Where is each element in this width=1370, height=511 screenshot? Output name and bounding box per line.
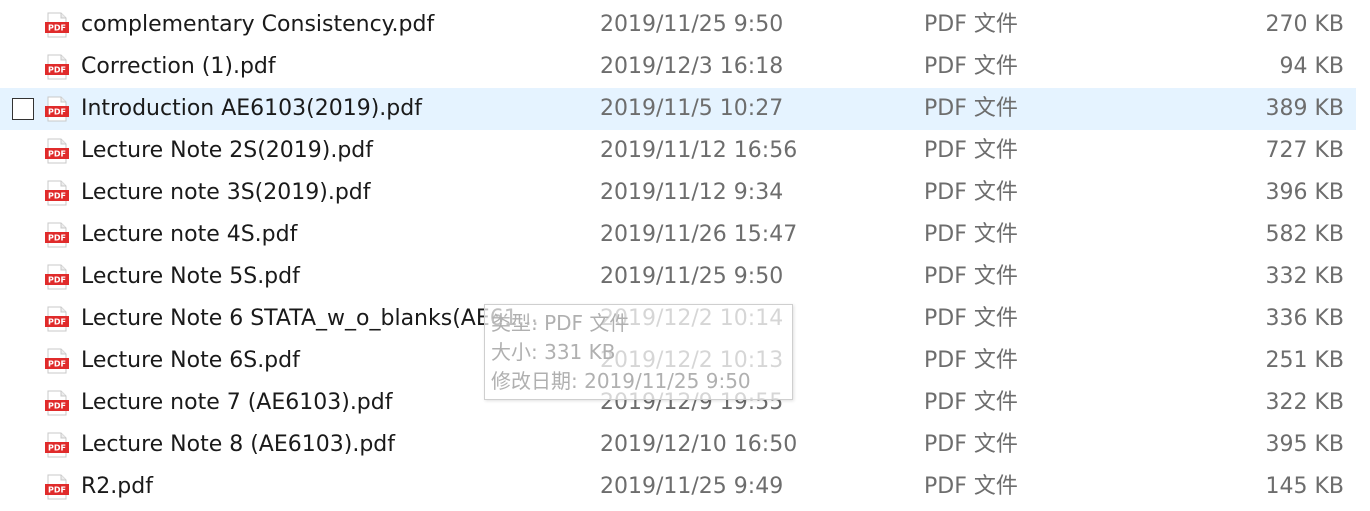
row-select-checkbox[interactable] [12,98,34,120]
file-size: 336 KB [1265,306,1344,331]
file-size: 145 KB [1265,474,1344,499]
pdf-file-icon: PDF [45,264,69,290]
file-row[interactable]: PDF Correction (1).pdf 2019/12/3 16:18 P… [0,46,1356,88]
file-modified-date: 2019/11/25 9:50 [600,12,784,37]
file-row[interactable]: PDF Lecture Note 8 (AE6103).pdf 2019/12/… [0,424,1356,466]
pdf-file-icon: PDF [45,348,69,374]
file-modified-date: 2019/11/26 15:47 [600,222,798,247]
file-type: PDF 文件 [924,474,1018,499]
file-type: PDF 文件 [924,348,1018,373]
pdf-file-icon: PDF [45,306,69,332]
file-name[interactable]: Correction (1).pdf [81,46,581,88]
file-name[interactable]: Lecture note 3S(2019).pdf [81,172,581,214]
pdf-file-icon: PDF [45,96,69,122]
file-type: PDF 文件 [924,180,1018,205]
file-row[interactable]: PDF Lecture note 3S(2019).pdf 2019/11/12… [0,172,1356,214]
svg-text:PDF: PDF [48,360,66,369]
file-modified-date: 2019/11/12 9:34 [600,180,784,205]
file-name[interactable]: Lecture Note 6 STATA_w_o_blanks(AE61... [81,298,581,340]
file-row[interactable]: PDF complementary Consistency.pdf 2019/1… [0,4,1356,46]
file-name[interactable]: Lecture Note 6S.pdf [81,340,581,382]
file-modified-date: 2019/12/3 16:18 [600,54,784,79]
file-size: 322 KB [1265,390,1344,415]
pdf-file-icon: PDF [45,432,69,458]
file-type: PDF 文件 [924,264,1018,289]
file-modified-date: 2019/11/25 9:50 [600,264,784,289]
file-row[interactable]: PDF R2.pdf 2019/11/25 9:49 PDF 文件 145 KB [0,466,1356,508]
file-name[interactable]: Lecture Note 5S.pdf [81,256,581,298]
file-type: PDF 文件 [924,390,1018,415]
file-row[interactable]: PDF Lecture Note 6 STATA_w_o_blanks(AE61… [0,298,1356,340]
file-name[interactable]: Lecture note 4S.pdf [81,214,581,256]
file-name[interactable]: complementary Consistency.pdf [81,4,581,46]
file-row-selected[interactable]: PDF Introduction AE6103(2019).pdf 2019/1… [0,88,1356,130]
svg-text:PDF: PDF [48,192,66,201]
file-type: PDF 文件 [924,12,1018,37]
file-row[interactable]: PDF Lecture Note 2S(2019).pdf 2019/11/12… [0,130,1356,172]
svg-text:PDF: PDF [48,150,66,159]
svg-text:PDF: PDF [48,402,66,411]
file-size: 727 KB [1265,138,1344,163]
file-size: 582 KB [1265,222,1344,247]
file-size: 251 KB [1265,348,1344,373]
file-type: PDF 文件 [924,306,1018,331]
file-modified-date: 2019/12/10 16:50 [600,432,798,457]
file-size: 395 KB [1265,432,1344,457]
pdf-file-icon: PDF [45,474,69,500]
file-type: PDF 文件 [924,138,1018,163]
file-name[interactable]: R2.pdf [81,466,581,508]
file-modified-date: 2019/12/2 10:14 [600,306,784,331]
file-type: PDF 文件 [924,432,1018,457]
file-size: 396 KB [1265,180,1344,205]
pdf-file-icon: PDF [45,180,69,206]
pdf-file-icon: PDF [45,138,69,164]
file-modified-date: 2019/11/12 16:56 [600,138,798,163]
file-modified-date: 2019/12/9 19:55 [600,390,784,415]
file-list: PDF complementary Consistency.pdf 2019/1… [0,0,1370,511]
svg-text:PDF: PDF [48,66,66,75]
pdf-file-icon: PDF [45,222,69,248]
svg-text:PDF: PDF [48,444,66,453]
file-size: 332 KB [1265,264,1344,289]
svg-text:PDF: PDF [48,276,66,285]
file-type: PDF 文件 [924,96,1018,121]
file-modified-date: 2019/11/25 9:49 [600,474,784,499]
file-row[interactable]: PDF Lecture Note 6S.pdf 2019/12/2 10:13 … [0,340,1356,382]
svg-text:PDF: PDF [48,108,66,117]
file-type: PDF 文件 [924,222,1018,247]
file-modified-date: 2019/11/5 10:27 [600,96,784,121]
pdf-file-icon: PDF [45,54,69,80]
svg-text:PDF: PDF [48,486,66,495]
svg-text:PDF: PDF [48,234,66,243]
file-name[interactable]: Introduction AE6103(2019).pdf [81,88,581,130]
file-row[interactable]: PDF Lecture note 7 (AE6103).pdf 2019/12/… [0,382,1356,424]
file-size: 389 KB [1265,96,1344,121]
file-name[interactable]: Lecture note 7 (AE6103).pdf [81,382,581,424]
svg-text:PDF: PDF [48,24,66,33]
file-modified-date: 2019/12/2 10:13 [600,348,784,373]
file-row[interactable]: PDF Lecture Note 5S.pdf 2019/11/25 9:50 … [0,256,1356,298]
file-size: 270 KB [1265,12,1344,37]
file-name[interactable]: Lecture Note 8 (AE6103).pdf [81,424,581,466]
file-type: PDF 文件 [924,54,1018,79]
file-row[interactable]: PDF Lecture note 4S.pdf 2019/11/26 15:47… [0,214,1356,256]
svg-text:PDF: PDF [48,318,66,327]
file-size: 94 KB [1279,54,1344,79]
file-name[interactable]: Lecture Note 2S(2019).pdf [81,130,581,172]
pdf-file-icon: PDF [45,390,69,416]
pdf-file-icon: PDF [45,12,69,38]
